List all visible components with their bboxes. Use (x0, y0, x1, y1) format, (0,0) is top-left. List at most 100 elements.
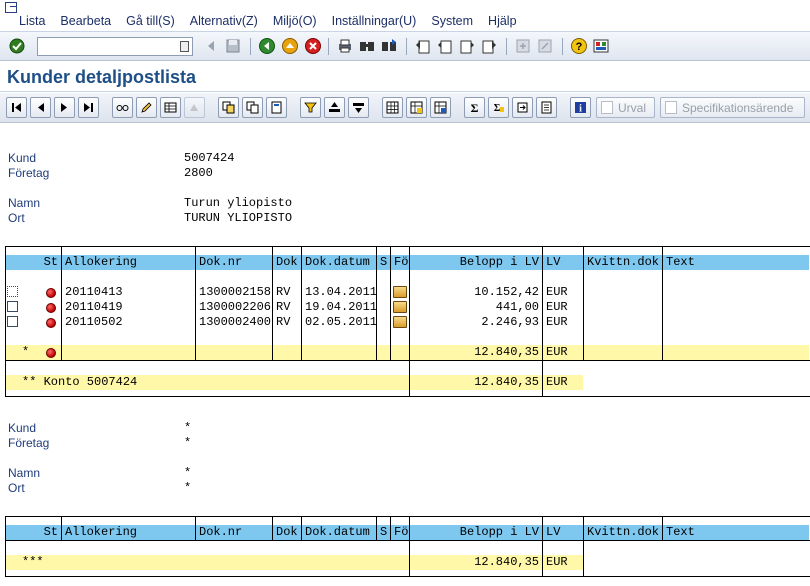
col-allokering-header[interactable]: Allokering (62, 525, 195, 540)
col-lv-header[interactable]: LV (543, 255, 583, 270)
new-session-icon[interactable] (514, 37, 532, 55)
change-button[interactable] (136, 97, 157, 118)
col-lv-header[interactable]: LV (543, 525, 583, 540)
menu-lista[interactable]: Lista (19, 14, 45, 28)
specifikationsarende-label: Specifikationsärende (682, 100, 794, 115)
exit-icon[interactable] (281, 37, 299, 55)
document-multi-icon (222, 101, 235, 114)
menu-hjalp[interactable]: Hjälp (488, 14, 517, 28)
layout-icon[interactable] (592, 37, 610, 55)
lv-cell: EUR (546, 300, 568, 314)
col-dok-header[interactable]: Dok (273, 255, 301, 270)
doknr-cell: 1300002400 (199, 315, 272, 329)
change-layout-button[interactable] (406, 97, 427, 118)
col-allokering-header[interactable]: Allokering (62, 255, 195, 270)
col-divider (301, 247, 302, 360)
display-change-button[interactable] (112, 97, 133, 118)
belopp-cell: 10.152,42 (474, 285, 539, 299)
menu-alternativ[interactable]: Alternativ(Z) (190, 14, 258, 28)
doknr-cell: 1300002206 (199, 300, 272, 314)
save-icon[interactable] (224, 37, 242, 55)
col-doknr-header[interactable]: Dok.nr (196, 255, 272, 270)
print-icon[interactable] (336, 37, 354, 55)
row-select-checkbox[interactable] (7, 286, 18, 297)
col-kvittndok-header[interactable]: Kvittn.dok (584, 525, 662, 540)
previous-record-button[interactable] (30, 97, 51, 118)
filter-button[interactable] (300, 97, 321, 118)
export-button[interactable] (512, 97, 533, 118)
follow-up-document-icon[interactable] (393, 316, 407, 328)
col-s-header[interactable]: S (377, 525, 390, 540)
save-layout-button[interactable] (430, 97, 451, 118)
first-page-icon[interactable] (414, 37, 432, 55)
col-fo-header[interactable]: Fö (391, 255, 409, 270)
command-dropdown-icon[interactable] (180, 41, 189, 52)
row-select-checkbox[interactable] (7, 316, 18, 327)
total-button[interactable]: Σ (464, 97, 485, 118)
document-line-button[interactable] (242, 97, 263, 118)
command-input[interactable] (38, 38, 176, 55)
last-record-button[interactable] (78, 97, 99, 118)
back-arrow-icon[interactable] (203, 37, 221, 55)
sort-descending-button[interactable] (348, 97, 369, 118)
col-dok-header[interactable]: Dok (273, 525, 301, 540)
find-next-icon[interactable] (380, 37, 398, 55)
next-record-button[interactable] (54, 97, 75, 118)
specifikationsarende-button[interactable]: Specifikationsärende (660, 97, 805, 118)
next-page-icon[interactable] (458, 37, 476, 55)
menu-system[interactable]: System (431, 14, 473, 28)
command-field[interactable] (37, 37, 193, 56)
lv-cell: EUR (546, 315, 568, 329)
col-divider (301, 517, 302, 540)
col-belopp-header[interactable]: Belopp i LV (410, 255, 542, 270)
last-page-icon[interactable] (480, 37, 498, 55)
grand-total-row[interactable]: *** 12.840,35 EUR (6, 555, 583, 570)
col-st-header[interactable]: St (6, 525, 61, 540)
urval-button[interactable]: Urval (596, 97, 655, 118)
first-record-button[interactable] (6, 97, 27, 118)
menu-bearbeta[interactable]: Bearbeta (60, 14, 111, 28)
select-layout-button[interactable] (382, 97, 403, 118)
back-icon[interactable] (258, 37, 276, 55)
kund-label: Kund (8, 151, 37, 165)
subtotal-row[interactable]: * 12.840,35 EUR (6, 345, 809, 360)
find-icon[interactable] (358, 37, 376, 55)
enter-icon[interactable] (8, 37, 26, 55)
document-button[interactable] (218, 97, 239, 118)
col-dokdatum-header[interactable]: Dok.datum (302, 255, 376, 270)
reverse-button[interactable] (184, 97, 205, 118)
table-row[interactable]: 20110419 1300002206 RV 19.04.2011 441,00… (6, 300, 583, 315)
menu-installningar[interactable]: Inställningar(U) (332, 14, 417, 28)
col-dokdatum-header[interactable]: Dok.datum (302, 525, 376, 540)
col-s-header[interactable]: S (377, 255, 390, 270)
system-menu-icon[interactable] (5, 2, 17, 13)
sort-ascending-button[interactable] (324, 97, 345, 118)
help-icon[interactable]: ? (570, 37, 588, 55)
table-row[interactable]: 20110502 1300002400 RV 02.05.2011 2.246,… (6, 315, 583, 330)
document-header-button[interactable] (266, 97, 287, 118)
menu-ga-till[interactable]: Gå till(S) (126, 14, 175, 28)
table-edit-icon (164, 102, 177, 113)
previous-page-icon[interactable] (436, 37, 454, 55)
info-button[interactable]: i (570, 97, 591, 118)
selection-icon (601, 101, 613, 114)
col-doknr-header[interactable]: Dok.nr (196, 525, 272, 540)
row-select-checkbox[interactable] (7, 301, 18, 312)
col-st-header[interactable]: St (6, 255, 61, 270)
col-belopp-header[interactable]: Belopp i LV (410, 525, 542, 540)
konto-total-row[interactable]: ** Konto 5007424 12.840,35 EUR (6, 375, 583, 390)
shortcut-icon[interactable] (536, 37, 554, 55)
local-file-button[interactable] (536, 97, 557, 118)
subtotal-button[interactable]: Σ (488, 97, 509, 118)
follow-up-document-icon[interactable] (393, 301, 407, 313)
col-text-header[interactable]: Text (663, 525, 809, 540)
table-row[interactable]: 20110413 1300002158 RV 13.04.2011 10.152… (6, 285, 583, 300)
col-kvittndok-header[interactable]: Kvittn.dok (584, 255, 662, 270)
red-status-icon (46, 348, 56, 358)
col-text-header[interactable]: Text (663, 255, 809, 270)
col-fo-header[interactable]: Fö (391, 525, 409, 540)
cancel-icon[interactable] (304, 37, 322, 55)
mass-change-button[interactable] (160, 97, 181, 118)
menu-miljo[interactable]: Miljö(O) (273, 14, 317, 28)
follow-up-document-icon[interactable] (393, 286, 407, 298)
